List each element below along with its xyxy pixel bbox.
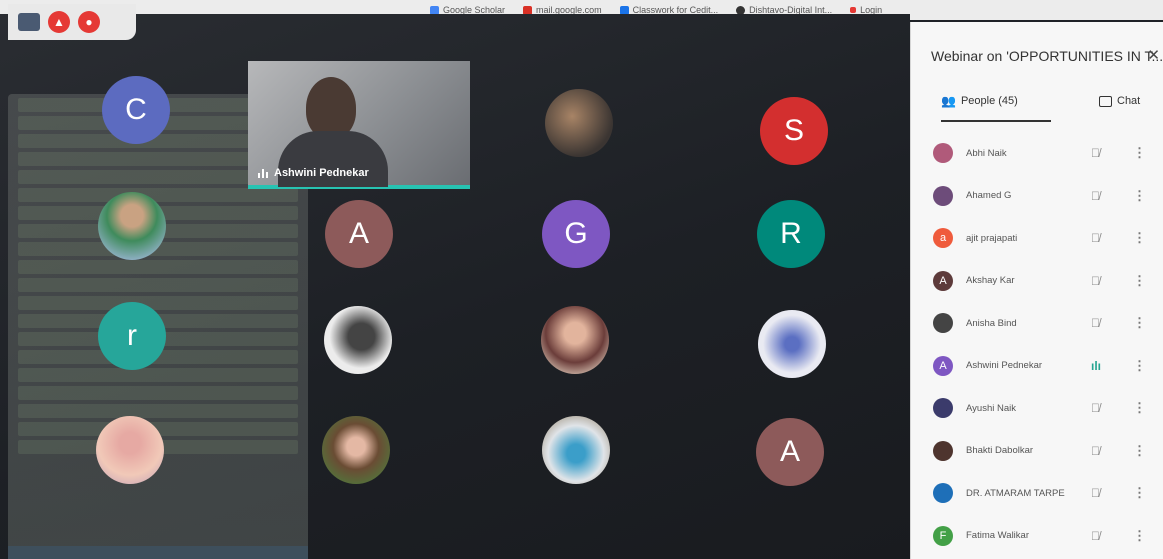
participant-photo-tile[interactable] (98, 192, 166, 260)
more-options-icon[interactable]: ⋮ (1133, 443, 1146, 459)
presenter-video-tile[interactable]: Ashwini Pednekar (248, 61, 470, 189)
participant-photo-tile[interactable] (541, 306, 609, 374)
presenter-head (306, 77, 356, 139)
more-options-icon[interactable]: ⋮ (1133, 145, 1146, 161)
list-item[interactable]: F Fatima Walikar 🎙̸ ⋮ (911, 515, 1163, 558)
mic-off-icon[interactable]: 🎙̸ (1091, 274, 1100, 288)
avatar (933, 313, 953, 334)
participant-name: Abhi Naik (966, 147, 1007, 159)
list-item[interactable]: Ayushi Naik 🎙̸ ⋮ (911, 387, 1163, 430)
mic-off-icon[interactable]: 🎙̸ (1091, 231, 1100, 245)
more-options-icon[interactable]: ⋮ (1133, 315, 1146, 331)
app-icon[interactable] (18, 13, 40, 31)
participant-tile[interactable]: A (756, 418, 824, 486)
mic-off-icon[interactable]: 🎙̸ (1091, 401, 1100, 415)
panel-tabs: 👥 People (45) Chat (911, 82, 1163, 122)
list-item[interactable]: A Akshay Kar 🎙̸ ⋮ (911, 260, 1163, 303)
list-item[interactable]: Anisha Bind 🎙̸ ⋮ (911, 302, 1163, 345)
list-item[interactable]: Bhakti Dabolkar 🎙̸ ⋮ (911, 430, 1163, 473)
participant-tile[interactable]: S (760, 97, 828, 165)
avatar: a (933, 228, 953, 249)
reflection-status (8, 546, 308, 559)
mic-off-icon[interactable]: 🎙̸ (1091, 486, 1100, 500)
participant-photo-tile[interactable] (758, 310, 826, 378)
avatar (933, 483, 953, 504)
participant-name: Ayushi Naik (966, 402, 1016, 414)
participant-photo-tile[interactable] (545, 89, 613, 157)
list-item[interactable]: Ahamed G 🎙̸ ⋮ (911, 175, 1163, 218)
participant-tile[interactable]: C (102, 76, 170, 144)
list-item[interactable]: Abhi Naik 🎙̸ ⋮ (911, 132, 1163, 175)
participant-photo-tile[interactable] (322, 416, 390, 484)
participant-tile[interactable]: r (98, 302, 166, 370)
login-icon (850, 7, 857, 13)
list-item[interactable]: A Ashwini Pednekar ılı ⋮ (911, 345, 1163, 388)
presenter-name: Ashwini Pednekar (274, 167, 369, 179)
participant-tile[interactable]: A (325, 200, 393, 268)
more-options-icon[interactable]: ⋮ (1133, 485, 1146, 501)
tab-chat[interactable]: Chat (1099, 82, 1140, 120)
more-options-icon[interactable]: ⋮ (1133, 188, 1146, 204)
avatar: A (933, 355, 953, 376)
audio-level-icon[interactable]: ılı (1091, 359, 1101, 373)
people-list: Abhi Naik 🎙̸ ⋮ Ahamed G 🎙̸ ⋮ a ajit praj… (911, 132, 1163, 557)
participant-name: ajit prajapati (966, 232, 1018, 244)
participant-tile[interactable]: G (542, 200, 610, 268)
participant-name: Bhakti Dabolkar (966, 445, 1034, 457)
participant-photo-tile[interactable] (96, 416, 164, 484)
presenter-name-tag: Ashwini Pednekar (258, 167, 369, 179)
more-options-icon[interactable]: ⋮ (1133, 358, 1146, 374)
mic-off-icon[interactable]: 🎙̸ (1091, 146, 1100, 160)
list-item[interactable]: DR. ATMARAM TARPE 🎙̸ ⋮ (911, 472, 1163, 515)
avatar: A (933, 270, 953, 291)
meeting-title: Webinar on 'OPPORTUNITIES IN T... (931, 48, 1163, 64)
taskbar-app-tab: ▲ ● (8, 4, 136, 40)
participant-tile[interactable]: R (757, 200, 825, 268)
meeting-stage: Ashwini Pednekar C S A G R r A (0, 14, 910, 559)
people-icon: 👥 (941, 94, 956, 108)
more-options-icon[interactable]: ⋮ (1133, 273, 1146, 289)
participant-name: Ahamed G (966, 190, 1012, 202)
chat-icon (1099, 95, 1112, 107)
recording-app-icon[interactable]: ▲ (48, 11, 70, 33)
audio-level-icon (258, 168, 268, 178)
participant-photo-tile[interactable] (542, 416, 610, 484)
list-item[interactable]: a ajit prajapati 🎙̸ ⋮ (911, 217, 1163, 260)
record-icon[interactable]: ● (78, 11, 100, 33)
people-panel: Webinar on 'OPPORTUNITIES IN T... ✕ 👥 Pe… (910, 22, 1163, 559)
close-icon[interactable]: ✕ (1147, 46, 1160, 64)
avatar (933, 398, 953, 419)
avatar (933, 143, 953, 164)
mic-off-icon[interactable]: 🎙̸ (1091, 189, 1100, 203)
participant-name: Anisha Bind (966, 317, 1017, 329)
mic-off-icon[interactable]: 🎙̸ (1091, 316, 1100, 330)
participant-name: DR. ATMARAM TARPE (966, 487, 1065, 499)
mic-off-icon[interactable]: 🎙̸ (1091, 529, 1100, 543)
more-options-icon[interactable]: ⋮ (1133, 230, 1146, 246)
more-options-icon[interactable]: ⋮ (1133, 528, 1146, 544)
mic-off-icon[interactable]: 🎙̸ (1091, 444, 1100, 458)
participant-name: Fatima Walikar (966, 530, 1029, 542)
participant-photo-tile[interactable] (324, 306, 392, 374)
tab-people[interactable]: 👥 People (45) (941, 82, 1051, 122)
avatar (933, 440, 953, 461)
participant-name: Ashwini Pednekar (966, 360, 1043, 372)
avatar: F (933, 525, 953, 546)
avatar (933, 185, 953, 206)
more-options-icon[interactable]: ⋮ (1133, 400, 1146, 416)
participant-name: Akshay Kar (966, 275, 1015, 287)
